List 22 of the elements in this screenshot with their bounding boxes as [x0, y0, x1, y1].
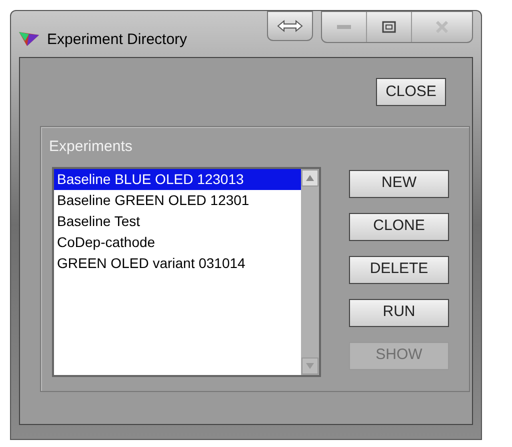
close-icon	[435, 21, 449, 33]
swap-button[interactable]	[267, 11, 313, 41]
list-item[interactable]: GREEN OLED variant 031014	[54, 252, 301, 274]
experiment-list[interactable]: Baseline BLUE OLED 123013 Baseline GREEN OLED 12301 Baseline Test CoDep-cathode GREEN OLED variant 031014	[52, 166, 321, 376]
list-item[interactable]: Baseline BLUE OLED 123013	[54, 168, 301, 190]
maximize-icon	[382, 21, 396, 33]
scroll-up-icon[interactable]	[301, 168, 319, 186]
action-button[interactable]: DELETE	[349, 256, 449, 284]
list-item[interactable]: CoDep-cathode	[54, 232, 301, 252]
action-button[interactable]: RUN	[349, 298, 449, 326]
group-label: Experiments	[49, 137, 134, 157]
list-item[interactable]: Baseline Test	[54, 210, 301, 232]
close-button[interactable]: CLOSE	[376, 78, 446, 106]
action-button[interactable]: NEW	[349, 170, 449, 198]
scrollbar[interactable]	[301, 168, 319, 374]
double-arrow-icon	[277, 20, 303, 32]
scroll-down-icon[interactable]	[301, 356, 319, 374]
window-title: Experiment Directory	[47, 30, 188, 50]
app-logo-icon	[19, 29, 39, 47]
minimize-icon	[337, 25, 351, 29]
action-button[interactable]: CLONE	[349, 212, 449, 240]
list-item[interactable]: Baseline GREEN OLED 12301	[54, 190, 301, 210]
